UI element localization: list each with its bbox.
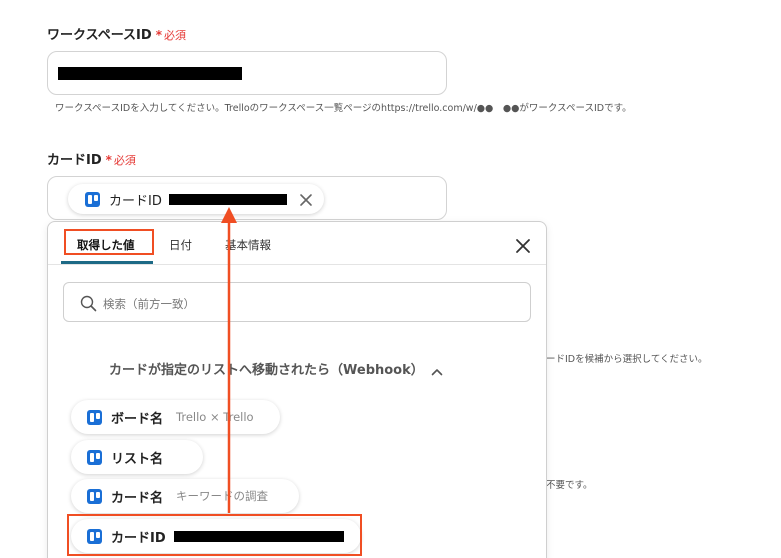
annotation-arrow [221,207,237,513]
